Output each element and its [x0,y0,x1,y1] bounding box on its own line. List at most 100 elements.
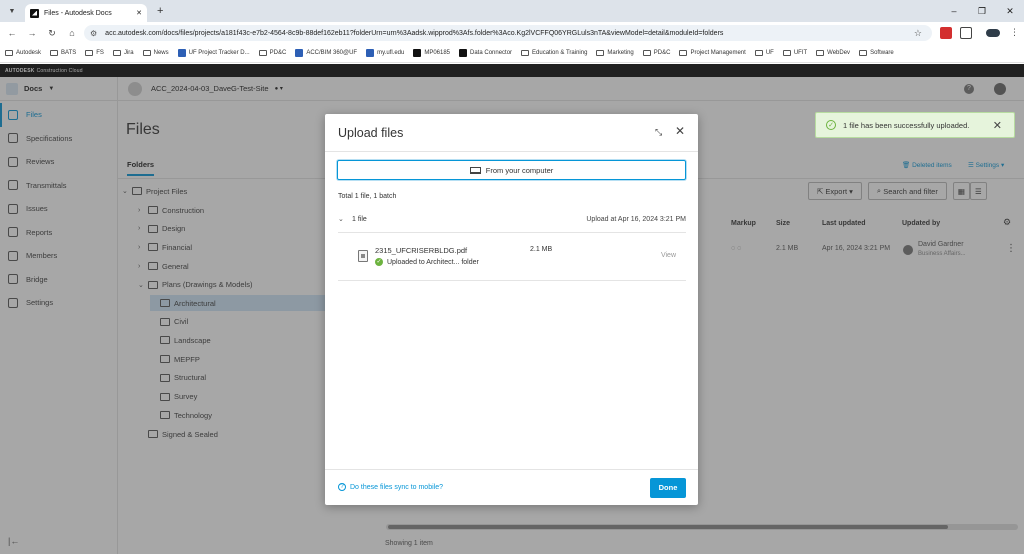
restore-icon[interactable]: ❐ [968,6,996,17]
divider [325,469,698,470]
bookmark-item[interactable]: PD&C [258,50,287,56]
file-name: 2315_UFCRISERBLDG.pdf [375,246,468,255]
bookmark-item[interactable]: Marketing [596,50,634,56]
pdf-file-icon [358,250,368,262]
bookmark-label: Education & Training [532,50,588,56]
folder-icon [782,50,791,56]
window-controls: – ❐ ✕ [940,0,1024,22]
bookmark-item[interactable]: BATS [50,50,76,56]
forward-icon[interactable]: → [24,28,40,38]
extensions-icon[interactable] [960,27,972,39]
bookmark-star-icon[interactable]: ☆ [914,28,922,39]
laptop-icon [469,166,481,174]
bookmark-label: Jira [123,50,134,56]
tab-title: Files - Autodesk Docs [44,9,112,17]
folder-icon [679,50,688,56]
minimize-icon[interactable]: – [940,6,968,16]
bookmark-item[interactable]: Education & Training [521,50,587,56]
browser-tab[interactable]: Files - Autodesk Docs ✕ [25,4,147,22]
batch-upload-time: Upload at Apr 16, 2024 3:21 PM [586,215,686,223]
bookmark-item[interactable]: Jira [112,50,134,56]
bookmark-label: Data Connector [470,50,513,56]
home-icon[interactable]: ⌂ [64,28,80,38]
folder-icon [642,50,651,56]
divider [338,232,686,233]
bookmark-label: FS [96,50,104,56]
bookmark-item[interactable]: UF [754,50,774,56]
bookmark-item[interactable]: FS [85,50,104,56]
bookmark-item[interactable]: UF Project Tracker D... [177,49,250,57]
bookmark-item[interactable]: Software [859,50,894,56]
uploaded-file-row: 2315_UFCRISERBLDG.pdf ✓ Uploaded to Arch… [338,238,686,278]
folder-icon [521,50,530,56]
bookmark-item[interactable]: UFIT [782,50,808,56]
file-size: 2.1 MB [530,246,553,253]
tab-close-icon[interactable]: ✕ [136,9,142,17]
success-toast: ✓ 1 file has been successfully uploaded.… [815,112,1015,138]
folder-icon [142,50,151,56]
bookmark-item[interactable]: PD&C [642,50,670,56]
batch-label: 1 file [352,215,367,223]
file-status: ✓ Uploaded to Architect... folder [375,258,479,266]
bookmark-item[interactable]: Data Connector [459,49,512,57]
folder-icon [50,50,59,56]
autodesk-favicon-icon [30,8,39,18]
window-close-icon[interactable]: ✕ [996,6,1024,17]
browser-menu-icon[interactable]: ⋮ [1010,27,1019,38]
address-bar[interactable]: ⚙ acc.autodesk.com/docs/files/projects/a… [84,25,932,41]
bookmark-label: BATS [61,50,77,56]
bookmark-label: PD&C [269,50,287,56]
view-link[interactable]: View [661,252,676,259]
site-favicon-icon [459,49,468,57]
folder-icon [816,50,825,56]
batch-row[interactable]: ⌄ 1 file Upload at Apr 16, 2024 3:21 PM [338,210,686,228]
help-circle-icon: ? [338,483,346,491]
bookmark-label: UF Project Tracker D... [188,50,250,56]
bookmark-item[interactable]: MP06185 [413,49,450,57]
bookmark-label: UFIT [793,50,808,56]
site-info-icon[interactable]: ⚙ [90,29,97,38]
bookmark-label: Software [870,50,894,56]
from-computer-label: From your computer [485,165,554,175]
reload-icon[interactable]: ↻ [44,28,60,39]
back-icon[interactable]: ← [4,28,20,38]
url-text: acc.autodesk.com/docs/files/projects/a18… [105,29,724,37]
bookmarks-bar: Autodesk BATS FS Jira News UF Project Tracker… [0,44,1024,63]
divider [325,151,698,152]
site-favicon-icon [413,49,422,57]
divider [338,280,686,281]
folder-icon [754,50,763,56]
bookmark-label: MP06185 [424,50,451,56]
check-circle-icon: ✓ [826,120,836,130]
bookmark-item[interactable]: Project Management [679,50,746,56]
minimize-dialog-icon[interactable]: ⤡ [655,127,662,138]
sync-mobile-link[interactable]: ? Do these files sync to mobile? [338,483,443,491]
site-favicon-icon [177,49,186,57]
new-tab-icon[interactable]: + [157,5,163,17]
address-toolbar: ← → ↻ ⌂ ⚙ acc.autodesk.com/docs/files/pr… [0,22,1024,44]
bookmark-label: ACC/BIM 360@UF [306,50,358,56]
sync-mobile-label: Do these files sync to mobile? [350,483,443,491]
from-computer-button[interactable]: From your computer [337,160,686,180]
tab-search-icon[interactable]: ▼ [5,4,19,18]
pdf-extension-icon[interactable] [940,27,952,39]
bookmark-label: my.ufl.edu [377,50,405,56]
close-dialog-icon[interactable]: ✕ [675,124,685,138]
chevron-down-icon[interactable]: ⌄ [338,215,352,223]
bookmark-label: Marketing [607,50,634,56]
bookmark-item[interactable]: ACC/BIM 360@UF [295,49,357,57]
folder-icon [85,50,94,56]
folder-icon [258,50,267,56]
bookmark-label: WebDev [827,50,851,56]
browser-tab-bar: ▼ Files - Autodesk Docs ✕ + – ❐ ✕ [0,0,1024,22]
bookmark-item[interactable]: WebDev [816,50,850,56]
bookmark-item[interactable]: my.ufl.edu [366,49,404,57]
toast-close-icon[interactable]: ✕ [993,119,1002,132]
dialog-title: Upload files [338,126,404,140]
done-button[interactable]: Done [650,478,686,498]
bookmark-item[interactable]: Autodesk [5,50,41,56]
bookmark-item[interactable]: News [142,50,169,56]
folder-icon [5,50,13,56]
bookmark-label: Autodesk [16,50,42,56]
profile-icon[interactable] [986,29,1000,37]
